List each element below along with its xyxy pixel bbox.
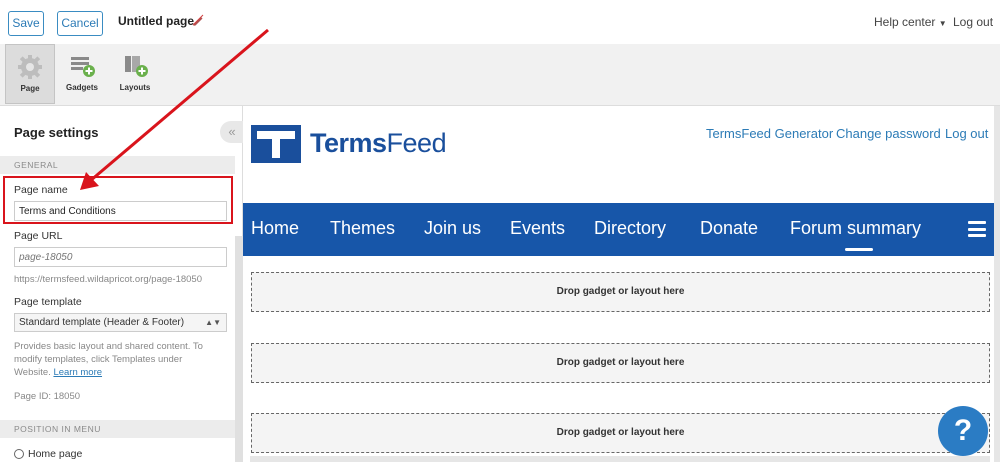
template-help-line-3: Website. Learn more <box>14 366 102 379</box>
site-logout-link[interactable]: Log out <box>945 126 988 141</box>
termsfeed-logo-icon <box>251 125 301 163</box>
preview-horizontal-scrollbar[interactable] <box>250 456 990 462</box>
save-button[interactable]: Save <box>8 11 44 36</box>
tool-page[interactable]: Page <box>5 44 55 104</box>
help-bubble-button[interactable]: ? <box>938 406 988 456</box>
learn-more-link[interactable]: Learn more <box>53 367 102 378</box>
cancel-button[interactable]: Cancel <box>57 11 103 36</box>
nav-directory[interactable]: Directory <box>594 218 666 239</box>
tool-page-label: Page <box>20 84 40 93</box>
page-url-input[interactable] <box>14 247 227 267</box>
drop-zone[interactable]: Drop gadget or layout here <box>251 343 990 383</box>
home-page-radio[interactable] <box>14 449 24 459</box>
left-panel-scrollbar[interactable] <box>235 236 243 462</box>
edit-pencil-icon[interactable] <box>192 14 204 26</box>
hamburger-menu-icon[interactable] <box>968 221 986 237</box>
page-template-value: Standard template (Header & Footer) <box>19 317 185 328</box>
termsfeed-generator-link[interactable]: TermsFeed Generator <box>706 126 833 141</box>
drop-zone[interactable]: Drop gadget or layout here <box>251 272 990 312</box>
gadgets-icon <box>71 57 95 77</box>
section-general: GENERAL <box>0 156 235 174</box>
logout-link[interactable]: Log out <box>953 15 993 29</box>
nav-donate[interactable]: Donate <box>700 218 758 239</box>
layouts-icon <box>125 56 148 77</box>
brand-feed: Feed <box>386 128 447 158</box>
select-arrows-icon: ▲▼ <box>205 318 221 327</box>
nav-themes[interactable]: Themes <box>330 218 395 239</box>
top-bar: Save Cancel Untitled page Help center ▼ … <box>0 0 1000 44</box>
collapse-panel-button[interactable]: « <box>220 121 244 143</box>
site-nav-bar: Home Themes Join us Events Directory Don… <box>243 203 994 256</box>
template-help-text-3: Website. <box>14 367 51 378</box>
help-center-menu[interactable]: Help center ▼ <box>874 15 947 29</box>
page-url-full: https://termsfeed.wildapricot.org/page-1… <box>14 274 202 285</box>
nav-join-us[interactable]: Join us <box>424 218 481 239</box>
section-position-in-menu: POSITION IN MENU <box>0 420 235 438</box>
preview-scrollbar[interactable] <box>994 106 1000 462</box>
editor-toolbar: Page Gadgets Layouts <box>0 44 1000 106</box>
home-page-label: Home page <box>28 448 83 460</box>
page-id: Page ID: 18050 <box>14 391 81 402</box>
caret-down-icon: ▼ <box>938 19 947 28</box>
help-center-label: Help center <box>874 15 936 29</box>
panel-title: Page settings <box>14 125 99 140</box>
drop-zone[interactable]: Drop gadget or layout here <box>251 413 990 453</box>
tool-gadgets[interactable]: Gadgets <box>57 44 107 104</box>
nav-forum-summary[interactable]: Forum summary <box>790 218 921 239</box>
nav-events[interactable]: Events <box>510 218 565 239</box>
nav-home[interactable]: Home <box>251 218 299 239</box>
tool-gadgets-label: Gadgets <box>65 83 98 92</box>
nav-active-indicator <box>845 248 873 251</box>
page-url-label: Page URL <box>14 230 63 242</box>
change-password-link[interactable]: Change password <box>836 126 941 141</box>
gear-icon <box>18 55 42 79</box>
double-chevron-left-icon: « <box>228 124 236 139</box>
page-template-select[interactable]: Standard template (Header & Footer) ▲▼ <box>14 313 227 332</box>
tool-layouts-label: Layouts <box>119 83 151 92</box>
template-help-line-1: Provides basic layout and shared content… <box>14 341 203 352</box>
template-help-line-2: modify templates, click Templates under <box>14 354 183 365</box>
tool-layouts[interactable]: Layouts <box>110 44 160 104</box>
brand-terms: Terms <box>310 128 387 158</box>
page-template-label: Page template <box>14 296 82 308</box>
annotation-highlight-box <box>3 176 233 224</box>
brand-logo-text: TermsFeed <box>310 128 447 159</box>
page-title: Untitled page <box>118 14 195 28</box>
site-preview: TermsFeed TermsFeed Generator Change pas… <box>243 106 1000 462</box>
